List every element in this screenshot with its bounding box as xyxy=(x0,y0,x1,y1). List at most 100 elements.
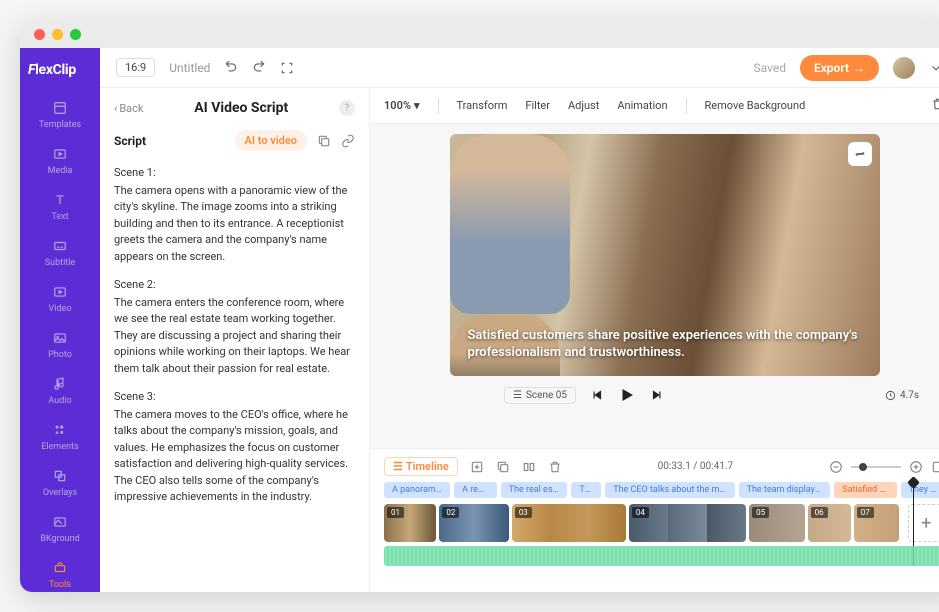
logo: FlexClip xyxy=(20,52,100,92)
clip[interactable]: 04 xyxy=(629,504,746,542)
aspect-ratio-selector[interactable]: 16:9 xyxy=(116,58,155,77)
audio-icon xyxy=(52,376,68,392)
sidebar-item-elements[interactable]: Elements xyxy=(20,414,100,460)
templates-icon xyxy=(52,100,68,116)
link-button[interactable] xyxy=(341,134,355,148)
clip-duration: 4.7s xyxy=(885,390,919,401)
maximize-window-icon[interactable] xyxy=(70,29,81,40)
delete-button[interactable] xyxy=(931,97,939,114)
clip[interactable]: 05 xyxy=(749,504,805,542)
clip-number: 07 xyxy=(857,507,874,518)
close-window-icon[interactable] xyxy=(34,29,45,40)
chip[interactable]: The CEO talks about the mission, goals, … xyxy=(605,482,734,498)
toolbar-remove-bg[interactable]: Remove Background xyxy=(705,99,806,112)
split-button[interactable] xyxy=(522,460,536,474)
help-icon[interactable]: ? xyxy=(339,100,355,116)
chip[interactable]: They expr... xyxy=(901,482,939,498)
fullscreen-button[interactable] xyxy=(280,61,294,75)
scene-text: The camera moves to the CEO's office, wh… xyxy=(114,407,355,506)
video-caption[interactable]: Satisfied customers share positive exper… xyxy=(468,327,862,362)
toolbar-filter[interactable]: Filter xyxy=(525,99,550,112)
user-avatar[interactable] xyxy=(893,57,915,79)
sidebar-label: Text xyxy=(51,212,68,222)
toolbar-adjust[interactable]: Adjust xyxy=(568,99,599,112)
chevron-down-icon: ▾ xyxy=(414,99,420,112)
elements-icon xyxy=(52,422,68,438)
chip[interactable]: The team displays their expe... xyxy=(739,482,831,498)
copy-button[interactable] xyxy=(317,134,331,148)
subtitle-chips: A panoramic view ... A recepti... The re… xyxy=(384,482,939,498)
copy-clip-button[interactable] xyxy=(496,460,510,474)
scene-title: Scene 2: xyxy=(114,277,355,294)
audio-track[interactable] xyxy=(384,546,939,566)
clip-number: 02 xyxy=(442,507,459,518)
scene-title: Scene 3: xyxy=(114,389,355,406)
prev-button[interactable] xyxy=(590,388,604,402)
zoom-slider[interactable] xyxy=(851,466,901,468)
sidebar-item-background[interactable]: BKground xyxy=(20,506,100,552)
clip[interactable]: 03 xyxy=(512,504,626,542)
window-titlebar xyxy=(20,20,939,48)
overlays-icon xyxy=(52,468,68,484)
toolbar-transform[interactable]: Transform xyxy=(457,99,508,112)
script-content[interactable]: Scene 1:The camera opens with a panorami… xyxy=(114,165,355,518)
next-button[interactable] xyxy=(650,388,664,402)
undo-button[interactable] xyxy=(224,61,238,75)
zoom-in-button[interactable] xyxy=(909,460,923,474)
chip[interactable]: A recepti... xyxy=(454,482,497,498)
timeline-icon: ☰ xyxy=(393,460,403,473)
add-button[interactable] xyxy=(470,460,484,474)
sidebar-label: Templates xyxy=(39,120,81,130)
sidebar-label: BKground xyxy=(40,534,79,544)
sidebar-label: Video xyxy=(49,304,72,314)
timeline-area: ☰Timeline 00:33.1 / 00:41.7 xyxy=(370,448,939,592)
zoom-out-button[interactable] xyxy=(829,460,843,474)
play-button[interactable] xyxy=(618,386,636,404)
clip[interactable]: 02 xyxy=(439,504,508,542)
clip-number: 03 xyxy=(515,507,532,518)
project-title[interactable]: Untitled xyxy=(169,61,210,75)
chip[interactable]: The... xyxy=(571,482,601,498)
sidebar-label: Photo xyxy=(48,350,72,360)
sidebar-item-audio[interactable]: Audio xyxy=(20,368,100,414)
export-button[interactable]: Export→ xyxy=(800,55,879,81)
user-menu-chevron[interactable] xyxy=(929,61,939,75)
sidebar-item-templates[interactable]: Templates xyxy=(20,92,100,138)
sidebar-item-photo[interactable]: Photo xyxy=(20,322,100,368)
redo-button[interactable] xyxy=(252,61,266,75)
text-icon xyxy=(52,192,68,208)
toolbar-animation[interactable]: Animation xyxy=(617,99,667,112)
zoom-selector[interactable]: 100%▾ xyxy=(384,99,420,112)
video-icon xyxy=(52,284,68,300)
script-panel: ‹Back AI Video Script ? Script AI to vid… xyxy=(100,88,370,592)
subtitle-icon xyxy=(52,238,68,254)
sidebar-item-overlays[interactable]: Overlays xyxy=(20,460,100,506)
swap-button[interactable] xyxy=(848,142,872,166)
topbar: 16:9 Untitled Saved Export→ xyxy=(100,48,939,88)
scene-indicator[interactable]: ☰Scene 05 xyxy=(504,387,576,404)
video-canvas[interactable]: Satisfied customers share positive exper… xyxy=(450,134,880,376)
clip[interactable]: 07 xyxy=(854,504,899,542)
clip[interactable]: 06 xyxy=(808,504,851,542)
clip[interactable]: 01 xyxy=(384,504,436,542)
delete-clip-button[interactable] xyxy=(548,460,562,474)
sidebar-item-media[interactable]: Media xyxy=(20,138,100,184)
clip-number: 04 xyxy=(632,507,649,518)
video-track: 01 02 03 04 05 06 07 + xyxy=(384,504,939,542)
sidebar-label: Tools xyxy=(49,580,71,590)
clip-number: 06 xyxy=(811,507,828,518)
sidebar-label: Overlays xyxy=(43,488,77,498)
sidebar-label: Media xyxy=(48,166,73,176)
chip[interactable]: A panoramic view ... xyxy=(384,482,450,498)
ai-to-video-button[interactable]: AI to video xyxy=(235,130,307,151)
sidebar-item-tools[interactable]: Tools xyxy=(20,552,100,592)
sidebar-item-video[interactable]: Video xyxy=(20,276,100,322)
sidebar-item-text[interactable]: Text xyxy=(20,184,100,230)
sidebar-item-subtitle[interactable]: Subtitle xyxy=(20,230,100,276)
timeline-mode-button[interactable]: ☰Timeline xyxy=(384,457,458,476)
chip[interactable]: The real estate tea... xyxy=(501,482,568,498)
minimize-window-icon[interactable] xyxy=(52,29,63,40)
back-button[interactable]: ‹Back xyxy=(114,102,143,115)
chip-active[interactable]: Satisfied custom... xyxy=(834,482,896,498)
zoom-fit-button[interactable] xyxy=(931,460,939,474)
